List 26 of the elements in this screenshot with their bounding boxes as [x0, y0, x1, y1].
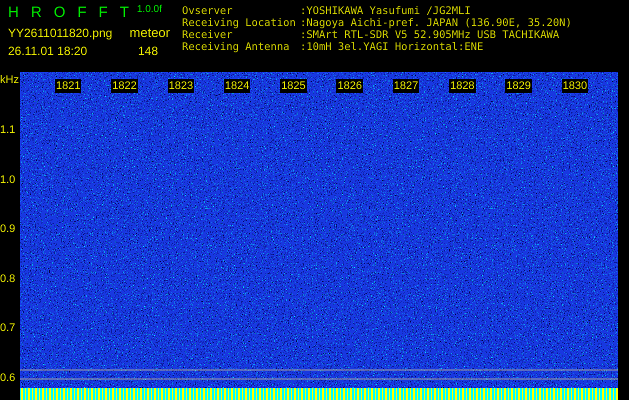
datetime-text: 26.11.01 18:20	[8, 43, 88, 60]
info-value: :10mH 3el.YAGI Horizontal:ENE	[300, 41, 484, 53]
info-value: :YOSHIKAWA Yasufumi /JG2MLI	[300, 5, 471, 17]
title-letter: H	[8, 3, 19, 23]
axis-label: 0.7	[0, 322, 16, 334]
info-value: :SMArt RTL-SDR V5 52.905MHz USB TACHIKAWA	[300, 29, 560, 41]
axis-label: 1.1	[0, 124, 16, 136]
title-letter: O	[54, 3, 66, 23]
info-label: Receiving Location	[182, 17, 297, 29]
title-letter: F	[77, 3, 87, 23]
title-letter: F	[98, 3, 108, 23]
axis-label: 0.9	[0, 223, 16, 236]
count-text: 148	[138, 43, 159, 60]
title-letter: R	[30, 3, 42, 23]
info-label: Ovserver	[182, 5, 234, 17]
info-label: Receiving Antenna	[182, 41, 290, 53]
info-value: :Nagoya Aichi-pref. JAPAN (136.90E, 35.20N)	[300, 17, 572, 29]
axis-unit: kHz	[0, 73, 19, 88]
info-label: Receiver	[182, 29, 234, 41]
axis-label: 1.0	[0, 174, 16, 186]
filename-text: YY2611011820.png	[8, 25, 112, 42]
axis-label: 0.8	[0, 272, 16, 285]
version-text: 1.0.0f	[136, 3, 162, 17]
title-letter: T	[120, 3, 129, 23]
mode-text: meteor	[130, 24, 170, 42]
axis-label: 0.6	[0, 372, 16, 384]
